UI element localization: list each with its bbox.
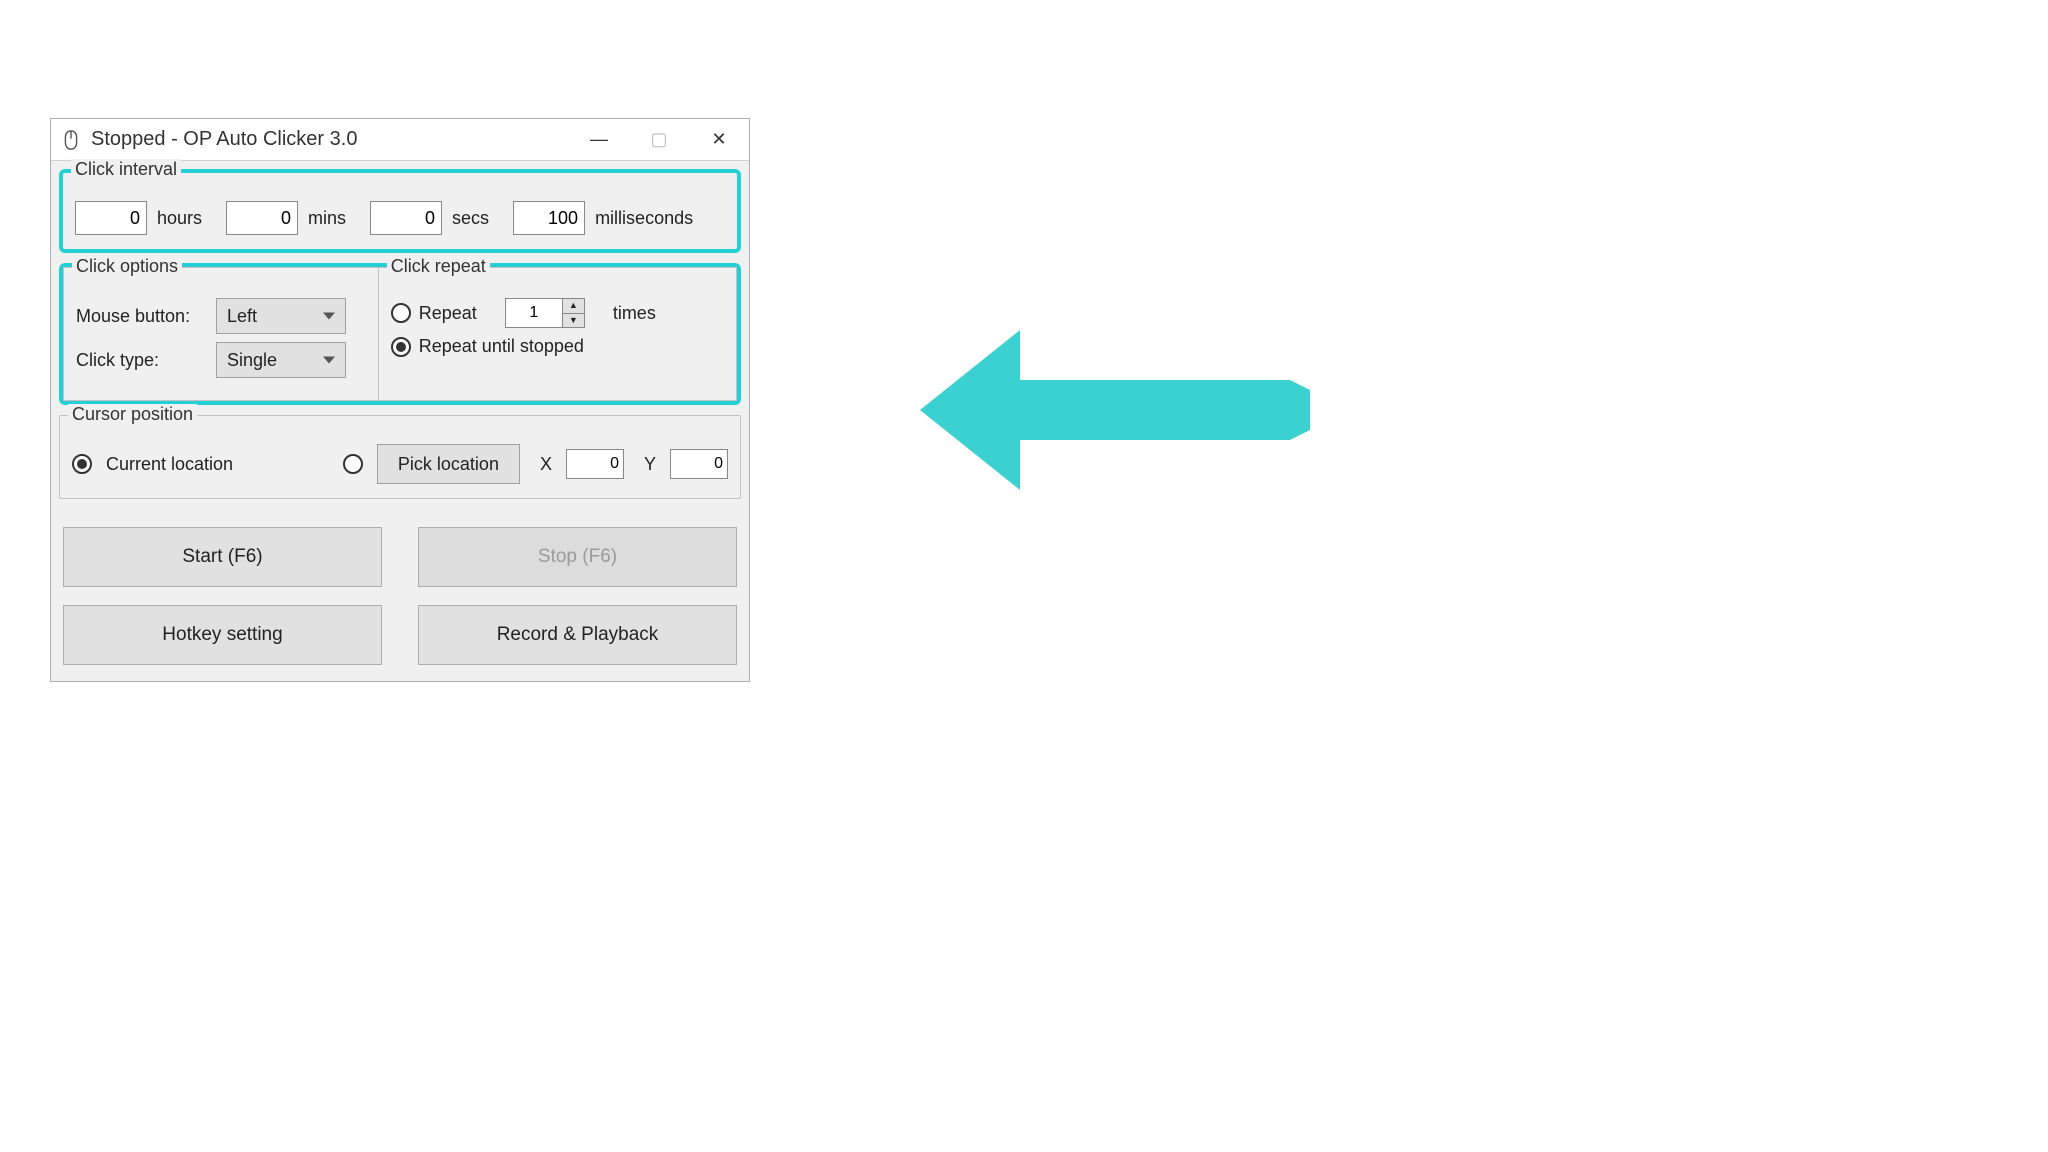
hours-unit: hours [157,208,202,229]
mouse-button-row: Mouse button: Left [76,298,366,334]
maximize-icon: ▢ [650,129,667,150]
cursor-row: Current location Pick location X Y [72,438,728,484]
repeat-label: Repeat [419,303,477,324]
repeat-count-spinner[interactable]: ▲ ▼ [505,298,585,328]
arrow-annotation-icon [920,330,1310,490]
app-window: Stopped - OP Auto Clicker 3.0 — ▢ ✕ Clic… [50,118,750,682]
click-type-value: Single [227,350,277,371]
y-label: Y [644,454,656,475]
click-type-select[interactable]: Single [216,342,346,378]
repeat-until-row: Repeat until stopped [391,336,724,357]
mouse-button-value: Left [227,306,257,327]
click-interval-legend: Click interval [71,159,181,180]
maximize-button: ▢ [629,119,689,160]
options-repeat-wrap: Click options Mouse button: Left Click t… [59,263,741,405]
app-icon [61,130,81,150]
mouse-button-label: Mouse button: [76,306,206,327]
secs-input[interactable] [370,201,442,235]
repeat-n-row: Repeat ▲ ▼ times [391,298,724,328]
y-input[interactable] [670,449,728,479]
interval-row: hours mins secs milliseconds [75,195,725,235]
click-interval-group: Click interval hours mins secs milliseco… [59,169,741,253]
current-location-label: Current location [106,454,233,475]
mins-unit: mins [308,208,346,229]
titlebar[interactable]: Stopped - OP Auto Clicker 3.0 — ▢ ✕ [51,119,749,161]
click-type-row: Click type: Single [76,342,366,378]
pick-location-button[interactable]: Pick location [377,444,520,484]
hotkey-button-label: Hotkey setting [162,624,282,646]
secs-unit: secs [452,208,489,229]
hotkey-button[interactable]: Hotkey setting [63,605,382,665]
window-buttons: — ▢ ✕ [569,119,749,160]
close-button[interactable]: ✕ [689,119,749,160]
ms-unit: milliseconds [595,208,693,229]
minimize-icon: — [590,129,608,150]
start-button-label: Start (F6) [182,546,262,568]
button-grid: Start (F6) Stop (F6) Hotkey setting Reco… [59,509,741,673]
click-repeat-group: Click repeat Repeat ▲ ▼ times [378,267,737,401]
pick-location-radio[interactable] [343,454,363,474]
click-options-group: Click options Mouse button: Left Click t… [63,267,378,401]
click-options-legend: Click options [72,256,182,277]
repeat-count-down[interactable]: ▼ [563,314,584,328]
repeat-n-radio[interactable] [391,303,411,323]
mins-input[interactable] [226,201,298,235]
record-playback-label: Record & Playback [497,624,659,646]
cursor-position-legend: Cursor position [68,404,197,425]
window-body: Click interval hours mins secs milliseco… [51,161,749,681]
times-label: times [613,303,656,324]
repeat-count-input[interactable] [506,299,562,327]
x-label: X [540,454,552,475]
repeat-until-label: Repeat until stopped [419,336,584,357]
click-repeat-legend: Click repeat [387,256,490,277]
hours-input[interactable] [75,201,147,235]
mouse-button-select[interactable]: Left [216,298,346,334]
stop-button-label: Stop (F6) [538,546,617,568]
minimize-button[interactable]: — [569,119,629,160]
current-location-radio[interactable] [72,454,92,474]
repeat-until-radio[interactable] [391,337,411,357]
cursor-position-group: Cursor position Current location Pick lo… [59,415,741,499]
click-type-label: Click type: [76,350,206,371]
window-title: Stopped - OP Auto Clicker 3.0 [91,128,569,151]
start-button[interactable]: Start (F6) [63,527,382,587]
record-playback-button[interactable]: Record & Playback [418,605,737,665]
pick-location-label: Pick location [398,454,499,475]
ms-input[interactable] [513,201,585,235]
repeat-count-up[interactable]: ▲ [563,299,584,314]
x-input[interactable] [566,449,624,479]
stop-button: Stop (F6) [418,527,737,587]
close-icon: ✕ [711,129,726,150]
